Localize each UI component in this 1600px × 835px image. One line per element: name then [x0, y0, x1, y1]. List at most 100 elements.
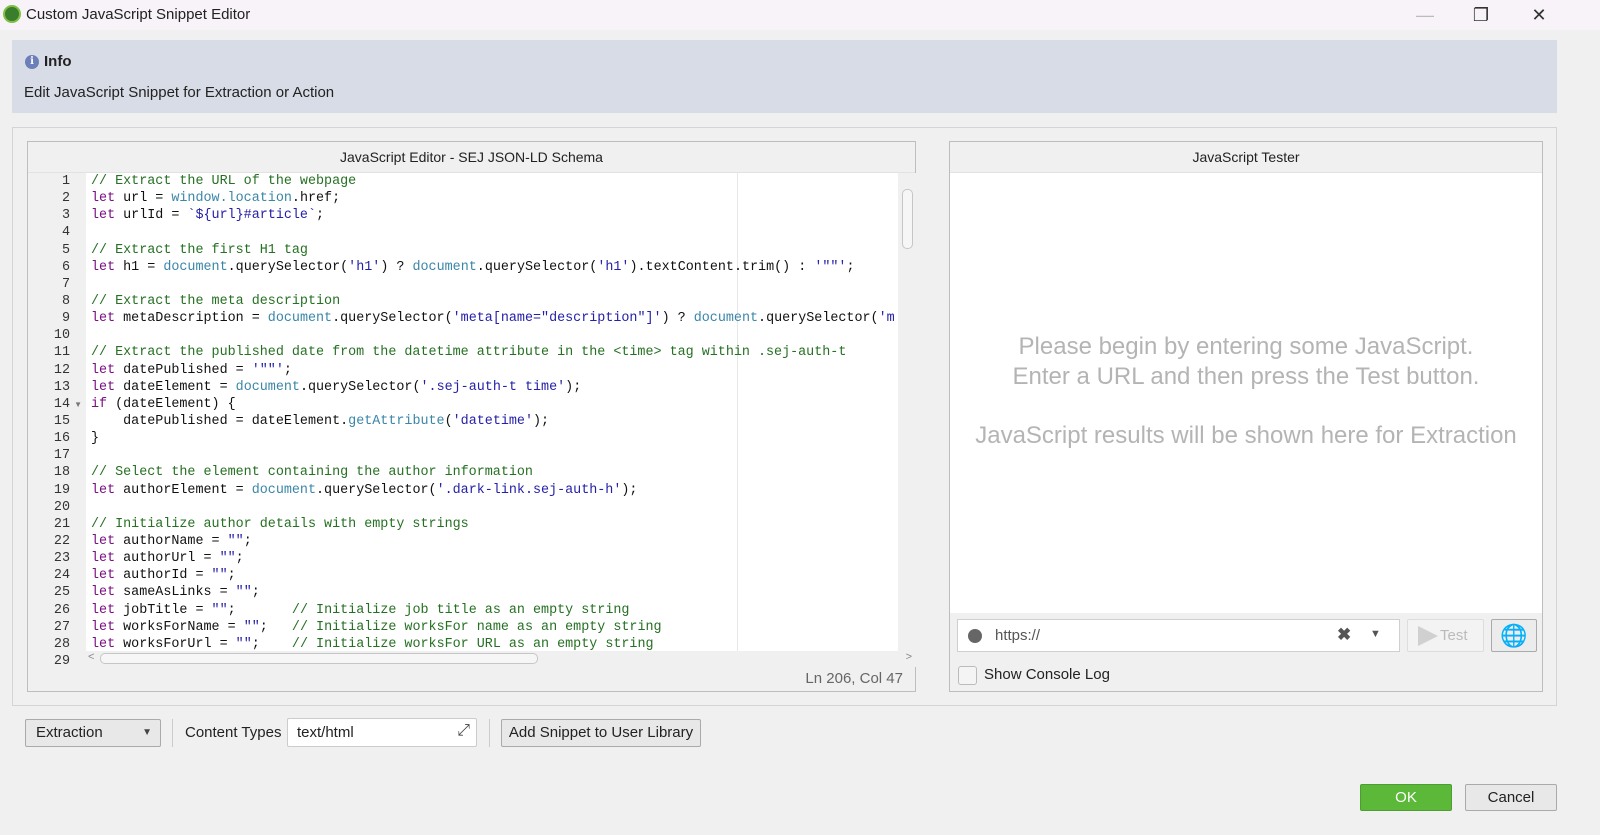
code-token: if	[91, 396, 108, 412]
code-token: ;	[283, 362, 292, 378]
code-line: // Initialize author details with empty …	[91, 517, 469, 532]
code-line: }	[91, 431, 99, 446]
code-token: 'meta[name="description"]'	[452, 311, 662, 327]
expand-icon[interactable]: ⤢	[457, 722, 470, 740]
show-console-log-label[interactable]: Show Console Log	[984, 666, 1110, 683]
content-types-value: text/html	[297, 724, 354, 741]
code-token: .href;	[291, 191, 341, 207]
horizontal-scrollbar[interactable]: < >	[86, 651, 916, 667]
code-token: (	[444, 413, 453, 429]
add-snippet-button[interactable]: Add Snippet to User Library	[501, 719, 701, 747]
code-token: dateElement =	[115, 379, 236, 395]
vertical-scroll-thumb[interactable]	[902, 189, 913, 249]
vertical-scrollbar[interactable]	[899, 173, 916, 651]
code-line: let h1 = document.querySelector('h1') ? …	[91, 260, 855, 275]
code-token: // Initialize worksFor URL as an empty s…	[291, 636, 654, 651]
code-token: let	[91, 191, 116, 207]
line-number: 9	[61, 311, 70, 327]
code-token: let	[91, 482, 116, 498]
code-token: (dateElement) {	[107, 396, 236, 412]
code-line: let dateElement = document.querySelector…	[91, 380, 581, 395]
code-editor[interactable]: // Extract the URL of the webpage let url…	[86, 173, 898, 651]
code-token: '""'	[251, 362, 284, 378]
content-types-input[interactable]: text/html ⤢	[287, 718, 477, 747]
code-line: let sameAsLinks = "";	[91, 585, 260, 600]
code-token: let	[91, 259, 116, 275]
code-token: // Select the element containing the aut…	[91, 465, 533, 481]
code-line: let worksForName = ""; // Initialize wor…	[91, 620, 662, 635]
fold-toggle-icon[interactable]: ▼	[74, 400, 82, 409]
restore-button[interactable]: ❐	[1461, 2, 1501, 28]
clear-icon[interactable]: ✖	[1337, 625, 1351, 645]
editor-title: JavaScript Editor - SEJ JSON-LD Schema	[28, 142, 915, 173]
code-token: ""	[235, 636, 252, 651]
code-line: let authorName = "";	[91, 534, 252, 549]
minimize-button[interactable]: —	[1405, 2, 1445, 28]
code-token: );	[621, 482, 638, 498]
line-number: 23	[53, 551, 70, 567]
code-token: ;	[227, 602, 292, 618]
code-token: datePublished =	[115, 362, 252, 378]
title-bar: Custom JavaScript Snippet Editor — ❐ ✕	[0, 0, 1600, 30]
line-number: 18	[53, 465, 70, 481]
code-token: 'datetime'	[452, 413, 533, 429]
code-line: let url = window.location.href;	[91, 191, 340, 206]
code-token: worksForName =	[115, 619, 244, 635]
content-types-label: Content Types	[185, 724, 282, 741]
test-button[interactable]: Test	[1407, 619, 1484, 652]
close-button[interactable]: ✕	[1519, 2, 1559, 28]
tester-message-line2: Enter a URL and then press the Test butt…	[1012, 363, 1480, 390]
ok-button[interactable]: OK	[1360, 784, 1452, 811]
url-value[interactable]: https://	[995, 627, 1040, 644]
show-console-log-checkbox[interactable]	[958, 666, 977, 685]
mode-dropdown[interactable]: Extraction ▼	[25, 719, 161, 747]
line-number: 15	[53, 413, 70, 429]
cancel-button[interactable]: Cancel	[1465, 784, 1557, 811]
line-number: 16	[53, 431, 70, 447]
tester-results: Please begin by entering some JavaScript…	[950, 173, 1542, 613]
line-number: 10	[53, 328, 70, 344]
line-number: 22	[53, 533, 70, 549]
code-token: datePublished = dateElement.	[91, 413, 349, 429]
divider	[172, 719, 173, 747]
code-token: ;	[251, 585, 260, 601]
code-line: // Extract the published date from the d…	[91, 345, 846, 360]
scroll-right-icon[interactable]: >	[906, 651, 912, 663]
code-token: let	[91, 362, 116, 378]
code-token: ""	[211, 568, 228, 584]
code-token: ;	[251, 636, 292, 651]
scroll-left-icon[interactable]: <	[88, 651, 94, 663]
line-number: 12	[53, 362, 70, 378]
code-token: // Extract the first H1 tag	[91, 242, 308, 258]
cursor-position-status: Ln 206, Col 47	[805, 670, 903, 687]
code-line: let metaDescription = document.querySele…	[91, 311, 895, 326]
code-token: document	[251, 482, 317, 498]
code-token: // Initialize worksFor name as an empty …	[291, 619, 662, 635]
chevron-down-icon[interactable]: ▼	[1370, 628, 1381, 640]
code-token: );	[533, 413, 550, 429]
code-token: authorUrl =	[115, 551, 220, 567]
code-token: `${url}#article`	[187, 208, 317, 224]
line-number: 1	[61, 174, 70, 189]
code-line: // Extract the meta description	[91, 294, 340, 309]
line-number: 21	[53, 516, 70, 532]
code-token: let	[91, 379, 116, 395]
url-input[interactable]: https:// ✖ ▼	[957, 619, 1400, 652]
code-token: // Extract the published date from the d…	[91, 345, 847, 361]
code-token: let	[91, 311, 116, 327]
code-token: document	[163, 259, 228, 275]
code-token: }	[91, 431, 100, 447]
info-title: Info	[44, 53, 72, 70]
horizontal-scroll-thumb[interactable]	[100, 653, 538, 664]
code-token: let	[91, 602, 116, 618]
line-number: 20	[53, 499, 70, 515]
line-number: 4	[61, 225, 70, 241]
code-token: ;	[243, 533, 252, 549]
info-text: Edit JavaScript Snippet for Extraction o…	[24, 84, 335, 101]
code-token: .querySelector(	[758, 311, 879, 327]
code-token: let	[91, 636, 116, 651]
line-number: 11	[53, 345, 70, 361]
browser-button[interactable]: 🌐	[1491, 619, 1537, 652]
code-token: ""	[235, 585, 252, 601]
code-token: // Extract the meta description	[91, 293, 341, 309]
